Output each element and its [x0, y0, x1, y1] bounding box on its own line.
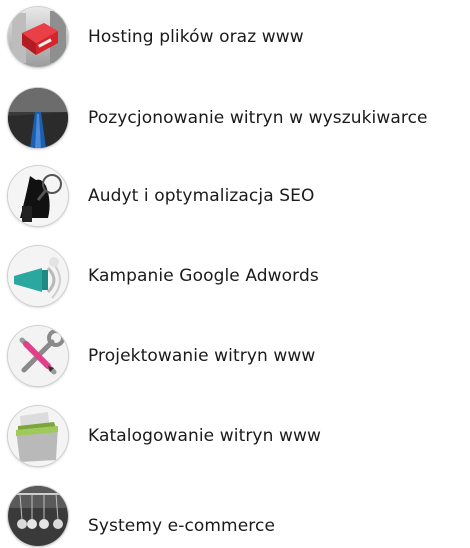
road-ranking-icon [8, 88, 68, 148]
service-item-ecommerce[interactable]: Systemy e-commerce [8, 484, 468, 548]
service-item-catalog[interactable]: Katalogowanie witryn www [8, 404, 468, 468]
service-label: Audyt i optymalizacja SEO [88, 186, 315, 206]
service-item-hosting[interactable]: Hosting plików oraz www [8, 5, 468, 69]
service-label: Katalogowanie witryn www [88, 426, 321, 446]
service-label: Systemy e-commerce [88, 516, 275, 536]
services-list: Hosting plików oraz www Pozycjonowanie w… [0, 0, 470, 546]
newton-cradle-icon [8, 486, 68, 546]
magnifier-audit-icon [8, 166, 68, 226]
service-label: Projektowanie witryn www [88, 346, 316, 366]
service-item-positioning[interactable]: Pozycjonowanie witryn w wyszukiwarce [8, 86, 468, 150]
server-hosting-icon [8, 7, 68, 67]
tools-design-icon [8, 326, 68, 386]
service-label: Hosting plików oraz www [88, 27, 304, 47]
megaphone-ads-icon [8, 246, 68, 306]
folder-catalog-icon [8, 406, 68, 466]
service-item-adwords[interactable]: Kampanie Google Adwords [8, 244, 468, 308]
service-label: Kampanie Google Adwords [88, 266, 319, 286]
service-label: Pozycjonowanie witryn w wyszukiwarce [88, 108, 428, 128]
service-item-audit[interactable]: Audyt i optymalizacja SEO [8, 164, 468, 228]
service-item-design[interactable]: Projektowanie witryn www [8, 324, 468, 388]
